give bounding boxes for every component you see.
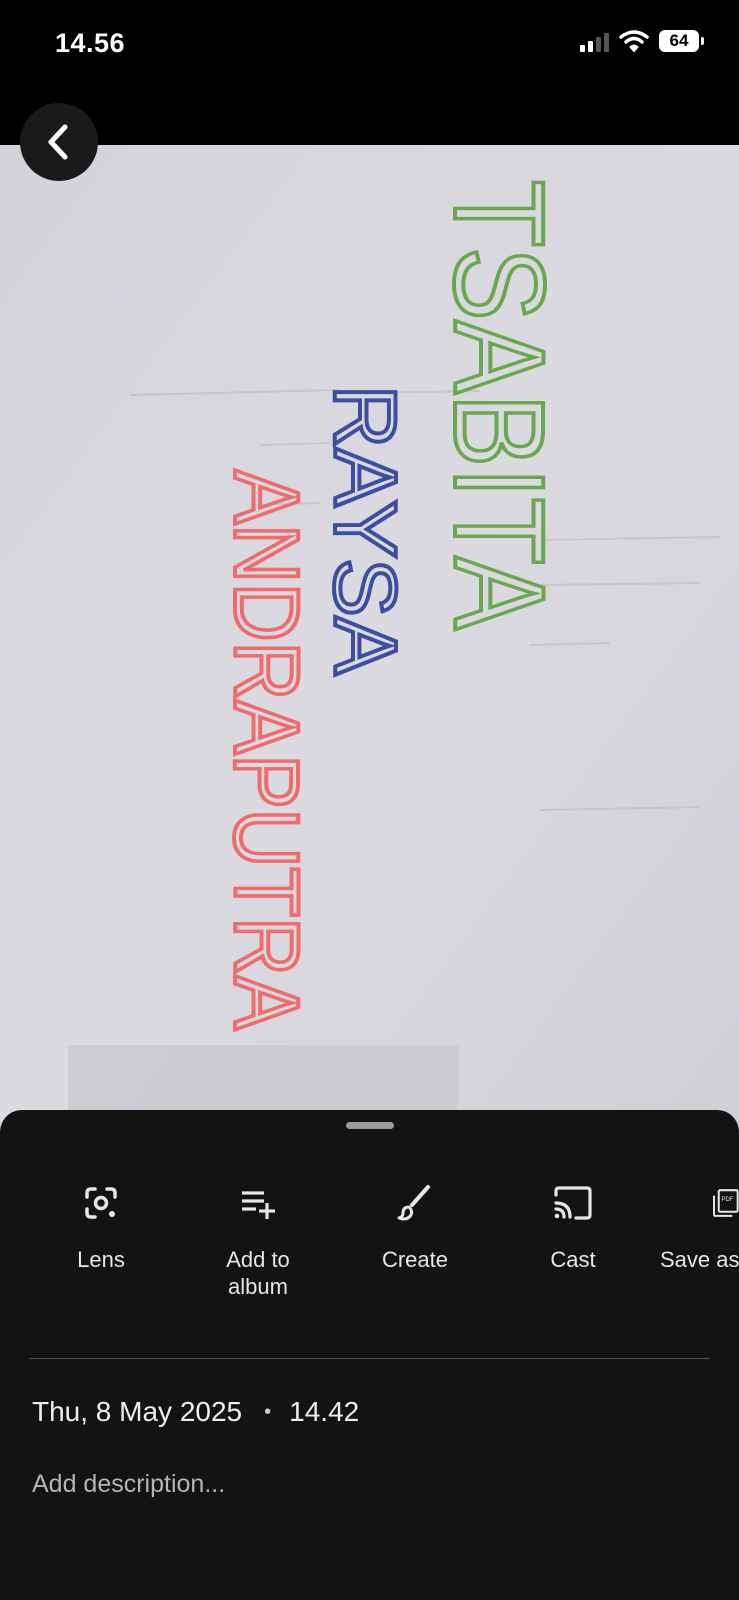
info-bottom-sheet: Lens Add to album Create Cast PDF Save a…	[0, 1110, 739, 1600]
handwriting-line-1: TSABITA	[425, 178, 572, 633]
back-button[interactable]	[20, 103, 98, 181]
lens-label: Lens	[77, 1247, 125, 1272]
create-button[interactable]: Create	[345, 1180, 485, 1273]
svg-text:PDF: PDF	[721, 1197, 733, 1203]
svg-text:RAYSA: RAYSA	[316, 385, 415, 675]
description-input[interactable]: Add description...	[32, 1470, 225, 1499]
details-heading-partial	[32, 1582, 92, 1600]
photo-viewer-screen: 14.56 64 TSABITA RAYSA ANDRAPUTRA Lens A…	[0, 0, 739, 1600]
chevron-left-icon	[48, 124, 68, 160]
svg-text:TSABITA: TSABITA	[427, 180, 570, 631]
handwriting-line-3: ANDRAPUTRA	[213, 468, 319, 1033]
cast-button[interactable]: Cast	[503, 1180, 643, 1273]
svg-text:ANDRAPUTRA: ANDRAPUTRA	[215, 470, 317, 1031]
create-label: Create	[381, 1247, 449, 1272]
status-time: 14.56	[55, 28, 126, 58]
add-to-album-button[interactable]: Add to album	[188, 1180, 328, 1300]
wifi-icon	[619, 30, 649, 52]
add-to-album-label: Add to album	[226, 1247, 290, 1299]
brush-icon	[397, 1185, 430, 1221]
status-bar: 14.56 64	[0, 0, 739, 90]
cast-label: Cast	[550, 1247, 596, 1272]
signal-icon	[580, 30, 609, 52]
pdf-icon: PDF	[713, 1189, 739, 1217]
date-time-line[interactable]: Thu, 8 May 2025 • 14.42	[32, 1396, 359, 1428]
save-as-label: Save as	[660, 1247, 739, 1272]
date-separator: •	[264, 1400, 272, 1423]
cast-icon	[554, 1186, 592, 1220]
photo-date: Thu, 8 May 2025	[32, 1396, 243, 1427]
photo-time: 14.42	[289, 1396, 360, 1427]
battery-icon: 64	[659, 30, 704, 52]
add-to-playlist-icon	[242, 1191, 275, 1219]
drag-handle[interactable]	[346, 1122, 394, 1129]
status-icons: 64	[580, 30, 704, 52]
save-as-button[interactable]: PDF Save as	[660, 1180, 739, 1273]
photo-paper: TSABITA RAYSA ANDRAPUTRA	[0, 145, 739, 1145]
lens-icon	[85, 1187, 117, 1219]
divider	[30, 1358, 710, 1359]
lens-button[interactable]: Lens	[31, 1180, 171, 1273]
handwriting-line-2: RAYSA	[314, 383, 417, 677]
photo-image[interactable]: TSABITA RAYSA ANDRAPUTRA	[0, 145, 739, 1145]
